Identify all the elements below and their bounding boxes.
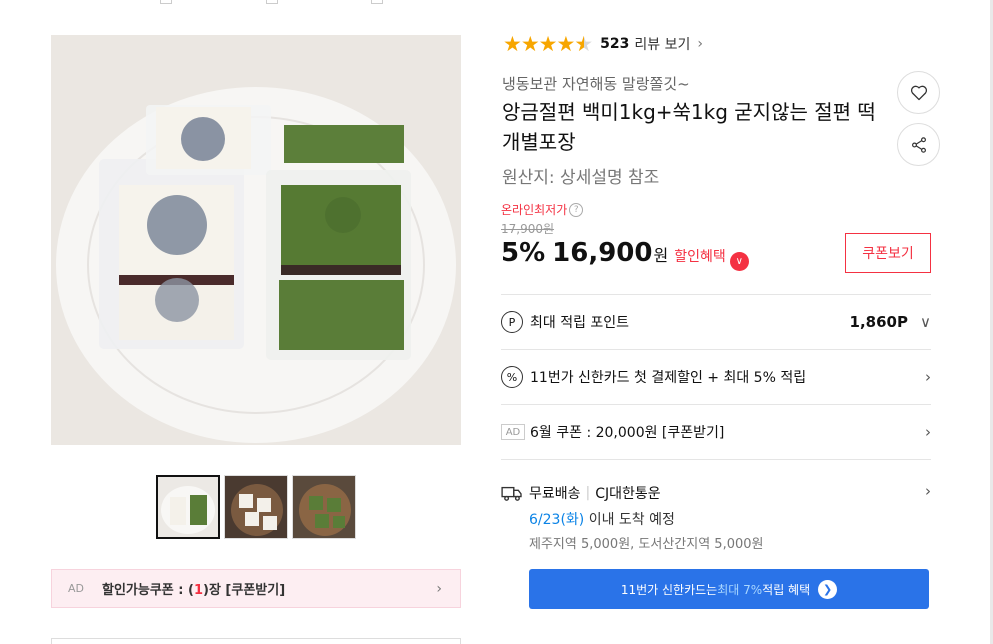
truck-icon (501, 486, 522, 501)
card-benefit-banner[interactable]: 11번가 신한카드는 최대 7% 적립 혜택 ❯ (529, 569, 929, 609)
chevron-right-icon: › (436, 581, 442, 597)
thumbnail-3[interactable] (292, 475, 356, 539)
thumbnail-1[interactable] (156, 475, 220, 539)
ad-coupon-label: 6월 쿠폰 : 20,000원 [쿠폰받기] (530, 425, 725, 441)
chevron-down-icon[interactable]: ∨ (729, 252, 749, 271)
final-price: 16,900 (552, 238, 653, 268)
discount-rate: 5% (501, 238, 546, 268)
ad-label: AD (68, 582, 84, 595)
divider: | (585, 485, 591, 501)
delivery-suffix: 이내 도착 예정 (584, 512, 675, 528)
half-star: ★ (574, 32, 593, 56)
product-photo-illustration (51, 35, 461, 445)
coupon-view-button[interactable]: 쿠폰보기 (845, 233, 931, 273)
wishlist-button[interactable] (897, 71, 940, 114)
heart-icon (910, 85, 927, 100)
shipping-line: 무료배송 | CJ대한통운 (501, 483, 661, 503)
price-row: 5% 16,900 원 할인혜택 ∨ (501, 238, 749, 271)
coupon-bar-suffix: )장 [쿠폰받기] (203, 583, 286, 598)
chevron-right-icon: › (925, 423, 931, 441)
ad-coupon-row[interactable]: AD 6월 쿠폰 : 20,000원 [쿠폰받기] › (501, 404, 931, 459)
banner-suffix: 적립 혜택 (762, 582, 811, 597)
banner-prefix: 11번가 신한카드는 (620, 582, 718, 597)
product-subtitle: 냉동보관 자연해동 말랑쫄깃~ (502, 75, 690, 93)
star-rating-icon: ★★★★★ (503, 32, 593, 56)
chevron-right-icon: › (925, 482, 931, 500)
next-section-box (51, 638, 461, 644)
discount-coupon-bar[interactable]: AD 할인가능쿠폰 : (1)장 [쿠폰받기] › (51, 569, 461, 608)
product-main-image[interactable] (51, 35, 461, 445)
share-button[interactable] (897, 123, 940, 166)
coupon-bar-text: 할인가능쿠폰 : (1)장 [쿠폰받기] (102, 579, 285, 598)
chevron-down-icon: ∨ (920, 313, 931, 331)
delivery-estimate: 6/23(화) 이내 도착 예정 (529, 509, 675, 529)
review-count: 523 (600, 36, 630, 52)
points-row[interactable]: P 최대 적립 포인트 1,860P ∨ (501, 294, 931, 349)
chevron-right-icon: › (925, 368, 931, 386)
card-discount-label: 11번가 신한카드 첫 결제할인 + 최대 5% 적립 (530, 370, 807, 386)
product-title: 앙금절편 백미1kg+쑥1kg 굳지않는 절편 떡 개별포장 (502, 100, 876, 154)
full-stars: ★★★★ (503, 32, 575, 56)
rating-summary[interactable]: ★★★★★ 523 리뷰 보기 › (503, 32, 703, 56)
banner-highlight: 최대 7% (717, 582, 763, 597)
thumbnail-list (156, 475, 356, 539)
share-icon (911, 136, 926, 153)
points-label: 최대 적립 포인트 (530, 315, 630, 331)
info-icon[interactable]: ? (569, 202, 584, 217)
point-icon: P (501, 311, 523, 333)
coupon-count: 1 (193, 583, 203, 598)
card-discount-row[interactable]: % 11번가 신한카드 첫 결제할인 + 최대 5% 적립 › (501, 349, 931, 404)
delivery-date: 6/23(화) (529, 512, 585, 528)
chevron-right-icon: › (697, 36, 703, 52)
top-strip (0, 0, 993, 6)
arrow-right-icon: ❯ (818, 579, 838, 599)
original-price: 17,900원 (501, 222, 555, 236)
discount-benefit-link[interactable]: 할인혜택 (674, 246, 726, 266)
thumbnail-image (158, 477, 218, 537)
ad-label: AD (501, 424, 525, 440)
review-link[interactable]: 리뷰 보기 (634, 34, 690, 54)
extra-shipping-fee: 제주지역 5,000원, 도서산간지역 5,000원 (529, 537, 764, 552)
shipping-info[interactable]: 무료배송 | CJ대한통운 6/23(화) 이내 도착 예정 제주지역 5,00… (501, 459, 931, 559)
top-tab-edge (371, 0, 383, 4)
top-tab-edge (266, 0, 278, 4)
top-tab-edge (160, 0, 172, 4)
coupon-bar-prefix: 할인가능쿠폰 : ( (102, 583, 194, 598)
currency-unit: 원 (653, 246, 669, 265)
percent-icon: % (501, 366, 523, 388)
free-shipping-label: 무료배송 (529, 486, 581, 502)
thumbnail-image (293, 476, 355, 538)
points-value: 1,860P (849, 313, 908, 331)
thumbnail-2[interactable] (224, 475, 288, 539)
lowest-price-label: 온라인최저가 ? (501, 201, 584, 218)
lowest-price-text: 온라인최저가 (501, 203, 568, 217)
thumbnail-image (225, 476, 287, 538)
product-origin: 원산지: 상세설명 참조 (502, 168, 660, 188)
carrier-name: CJ대한통운 (595, 486, 661, 502)
